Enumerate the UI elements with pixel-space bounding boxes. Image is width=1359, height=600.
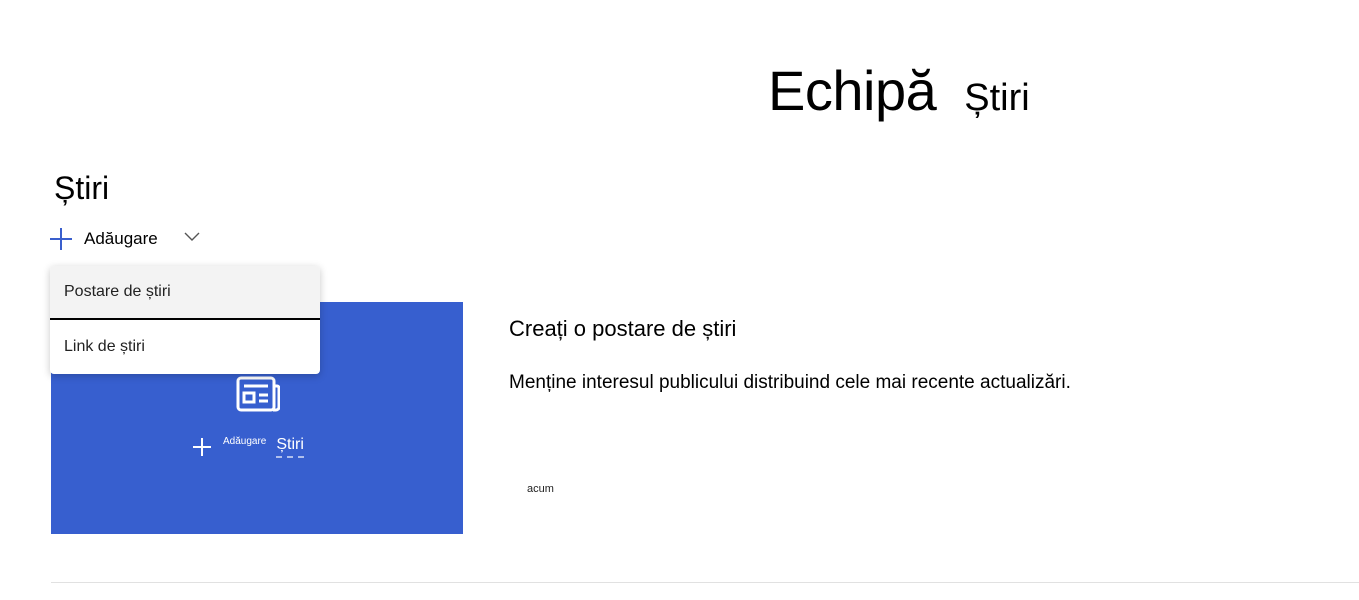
plus-icon	[193, 438, 211, 456]
news-icon	[236, 376, 280, 412]
menu-item-news-link[interactable]: Link de știri	[50, 320, 320, 374]
add-dropdown-menu: Postare de știri Link de știri	[50, 266, 320, 374]
divider	[51, 582, 1359, 583]
card-add-news-button[interactable]: Adăugare Știri	[193, 436, 304, 458]
timestamp: acum	[527, 483, 554, 495]
page-header: Echipă Știri	[768, 58, 1030, 123]
chevron-down-icon[interactable]	[184, 232, 200, 242]
menu-item-news-post[interactable]: Postare de știri	[50, 266, 320, 320]
info-title: Creați o postare de știri	[509, 316, 737, 341]
news-section-title: Știri	[54, 170, 110, 206]
page-title: Echipă	[768, 59, 937, 122]
add-news-button[interactable]: Adăugare	[50, 228, 200, 250]
page-subtitle: Știri	[964, 77, 1030, 119]
add-button-label: Adăugare	[84, 229, 158, 248]
plus-icon	[50, 228, 72, 250]
info-description: Menține interesul publicului distribuind…	[509, 372, 1071, 393]
card-add-label: Adăugare	[223, 435, 267, 447]
page: Echipă Știri Știri Adăugare Adăugare Ști…	[0, 0, 1359, 600]
card-news-label: Știri	[276, 436, 304, 458]
